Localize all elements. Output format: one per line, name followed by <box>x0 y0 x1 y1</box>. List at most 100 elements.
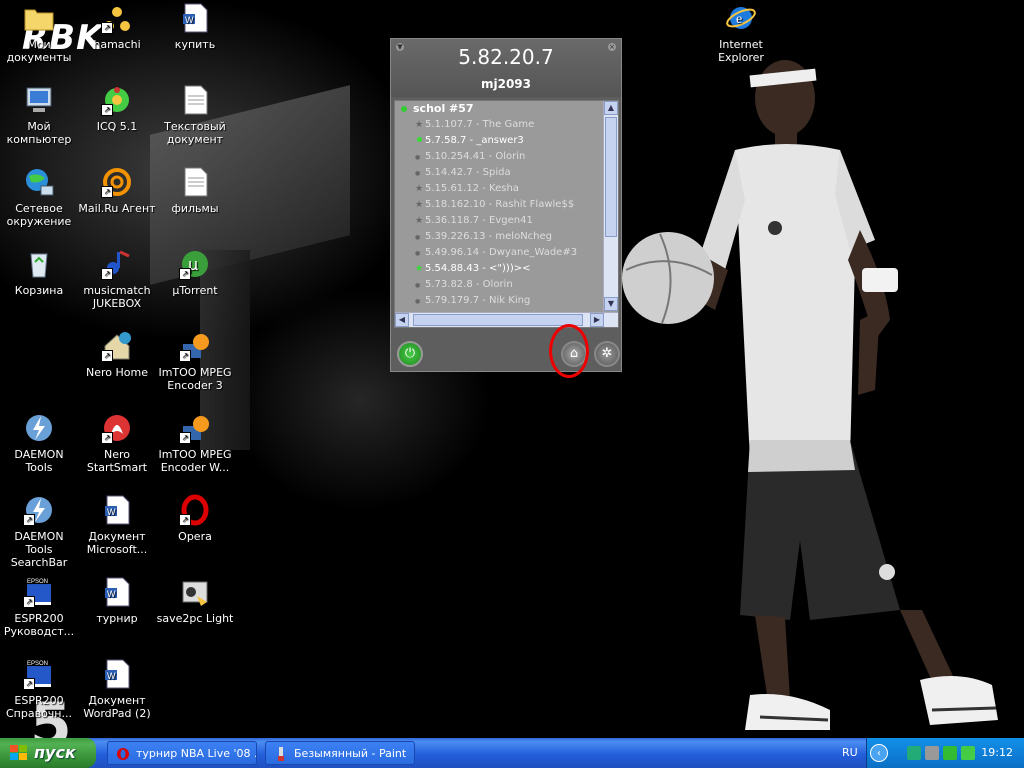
svg-text:EPSON: EPSON <box>27 579 48 585</box>
desktop-icon-save2pc[interactable]: save2pc Light <box>156 576 234 625</box>
desktop-icon-label: DAEMON Tools SearchBar <box>10 530 68 569</box>
gear-icon[interactable]: ✲ <box>594 341 620 367</box>
clock[interactable]: 19:12 <box>981 746 1013 759</box>
desktop-icon-doc-ms[interactable]: W Документ Microsoft... <box>78 494 156 556</box>
computer-icon <box>23 84 55 116</box>
imtoo-encoder-icon: ↗ <box>179 330 211 362</box>
member-row[interactable]: ● 5.79.179.7 - Nik King <box>415 295 530 311</box>
network-tray-icon[interactable] <box>907 746 921 760</box>
start-button[interactable]: пуск <box>0 738 96 768</box>
member-row[interactable]: 5.7.58.7 - _answer3 <box>415 135 524 151</box>
desktop-icon-my-docs[interactable]: Мои документы <box>0 2 78 64</box>
desktop-icon-kupit[interactable]: Wкупить <box>156 2 234 51</box>
folder-icon <box>23 2 55 34</box>
word-doc-icon: W <box>101 494 133 526</box>
horizontal-scroll-thumb[interactable] <box>413 314 583 326</box>
member-row[interactable]: ★ 5.54.88.43 - <")))>< <box>415 263 530 279</box>
text-document-icon <box>179 166 211 198</box>
desktop-icon-hamachi[interactable]: ↗ hamachi <box>78 2 156 51</box>
member-row[interactable]: ★ 5.18.162.10 - Rashit Flawle$$ <box>415 199 574 215</box>
desktop-icon-imtoo3[interactable]: ↗ ImTOO MPEG Encoder 3 <box>156 330 234 392</box>
scroll-up-icon[interactable]: ▲ <box>604 101 618 115</box>
widget-member-list[interactable]: schol #57 ★ 5.1.107.7 - The Game 5.7.58.7 … <box>394 100 619 328</box>
desktop-icon-icq[interactable]: ↗ ICQ 5.1 <box>78 84 156 133</box>
desktop-icon-label: µTorrent <box>172 284 218 297</box>
desktop-icon-espr200-sprav[interactable]: EPSON ↗ ESPR200 Справочн... <box>0 658 78 720</box>
desktop-icon-opera[interactable]: ↗ Opera <box>156 494 234 543</box>
member-label: 5.54.88.43 - <")))>< <box>425 263 531 274</box>
task-label: Безымянный - Paint <box>294 747 407 760</box>
member-row[interactable]: ● 5.39.226.13 - meloNcheg <box>415 231 552 247</box>
desktop-icon-ie[interactable]: e Internet Explorer <box>702 2 780 64</box>
daemon-tools-icon: ↗ <box>23 494 55 526</box>
member-label: 5.7.58.7 - _answer3 <box>425 135 524 146</box>
desktop-icon-my-computer[interactable]: Мой компьютер <box>0 84 78 146</box>
offline-dot-icon: ● <box>415 154 421 161</box>
member-row[interactable]: ★ 5.15.61.12 - Kesha <box>415 183 519 199</box>
svg-text:W: W <box>107 589 116 599</box>
icq-tray-icon[interactable] <box>961 746 975 760</box>
desktop-icon-films[interactable]: фильмы <box>156 166 234 215</box>
group-header[interactable]: schol #57 <box>401 102 474 115</box>
desktop-icon-daemon-sb[interactable]: ↗ DAEMON Tools SearchBar <box>0 494 78 569</box>
widget-header[interactable]: ▼ × 5.82.20.7 mj2093 <box>391 39 621 97</box>
hamachi-tray-icon[interactable] <box>943 746 957 760</box>
member-row[interactable]: ★ 5.36.118.7 - Evgen41 <box>415 215 533 231</box>
taskbar-item-paint[interactable]: Безымянный - Paint <box>265 741 415 765</box>
desktop-icon-label: DAEMON Tools <box>14 448 64 474</box>
network-client-widget[interactable]: ▼ × 5.82.20.7 mj2093 schol #57 ★ 5.1.107.… <box>390 38 622 372</box>
desktop-icon-utorrent[interactable]: µ ↗ µTorrent <box>156 248 234 297</box>
horizontal-scrollbar[interactable]: ◀ ▶ <box>395 312 618 327</box>
scroll-right-icon[interactable]: ▶ <box>590 313 604 327</box>
desktop-icon-recycle[interactable]: Корзина <box>0 248 78 297</box>
desktop-icon-musicmatch[interactable]: ↗ musicmatch JUKEBOX <box>78 248 156 310</box>
daemon-tools-icon <box>23 412 55 444</box>
language-indicator[interactable]: RU <box>842 746 858 759</box>
vertical-scrollbar[interactable]: ▲ ▼ <box>603 101 618 311</box>
desktop-icon-turnir[interactable]: Wтурнир <box>78 576 156 625</box>
wallpaper-basketball-player <box>622 60 998 730</box>
word-doc-icon: W <box>101 576 133 608</box>
member-row[interactable]: ● 5.49.96.14 - Dwyane_Wade#3 <box>415 247 577 263</box>
desktop-icon-label: Nero StartSmart <box>86 448 148 474</box>
scroll-left-icon[interactable]: ◀ <box>395 313 409 327</box>
system-tray: ‹ 19:12 <box>866 738 1024 768</box>
star-icon: ★ <box>415 184 424 194</box>
member-row[interactable]: ● 5.14.42.7 - Spida <box>415 167 511 183</box>
vertical-scroll-thumb[interactable] <box>605 117 617 237</box>
svg-text:e: e <box>736 12 742 27</box>
word-doc-icon: W <box>179 2 211 34</box>
power-icon[interactable]: ⏻ <box>397 341 423 367</box>
scroll-down-icon[interactable]: ▼ <box>604 297 618 311</box>
desktop-icon-espr200[interactable]: EPSON ↗ ESPR200 Руководст... <box>0 576 78 638</box>
offline-dot-icon: ● <box>415 298 421 305</box>
desktop-icon-label: Текстовый документ <box>164 120 226 146</box>
desktop-icon-label: Opera <box>178 530 212 543</box>
tray-expand-icon[interactable]: ‹ <box>870 744 888 762</box>
group-online-icon <box>401 106 407 112</box>
text-document-icon <box>179 84 211 116</box>
speaker-tray-icon[interactable] <box>925 746 939 760</box>
desktop-icon-network[interactable]: Сетевое окружение <box>0 166 78 228</box>
desktop-icon-nero-home[interactable]: ↗ Nero Home <box>78 330 156 379</box>
member-row[interactable]: ● 5.10.254.41 - Olorin <box>415 151 525 167</box>
widget-ip-address: 5.82.20.7 <box>458 45 554 69</box>
desktop-icon-label: ImTOO MPEG Encoder W... <box>158 448 232 474</box>
desktop-icon-txt-doc[interactable]: Текстовый документ <box>156 84 234 146</box>
member-label: 5.15.61.12 - Kesha <box>425 183 519 194</box>
taskbar-item-opera[interactable]: турнир NBA Live '08 ... <box>107 741 257 765</box>
desktop-icon-label: musicmatch JUKEBOX <box>83 284 151 310</box>
member-label: 5.36.118.7 - Evgen41 <box>425 215 533 226</box>
desktop-icon-label: Mail.Ru Агент <box>78 202 156 215</box>
desktop-icon-mailru[interactable]: ↗ Mail.Ru Агент <box>78 166 156 215</box>
member-row[interactable]: ● 5.73.82.8 - Olorin <box>415 279 513 295</box>
online-dot-icon <box>415 136 425 146</box>
member-row[interactable]: ★ 5.1.107.7 - The Game <box>415 119 534 135</box>
desktop-icon-daemon[interactable]: DAEMON Tools <box>0 412 78 474</box>
desktop-icon-imtoo-w[interactable]: ↗ ImTOO MPEG Encoder W... <box>156 412 234 474</box>
desktop-icon-nero-ss[interactable]: ↗ Nero StartSmart <box>78 412 156 474</box>
shortcut-arrow-icon: ↗ <box>23 514 35 526</box>
desktop-icon-doc-wordpad[interactable]: W Документ WordPad (2) <box>78 658 156 720</box>
online-star-icon: ★ <box>415 264 424 274</box>
shortcut-arrow-icon: ↗ <box>179 514 191 526</box>
